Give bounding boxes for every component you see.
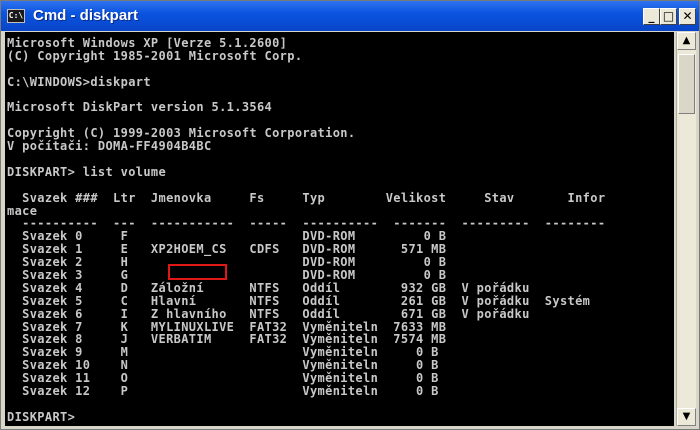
console-line: Svazek 11 O Vyměniteln 0 B (7, 371, 439, 386)
console-line: Svazek 5 C Hlavní NTFS Oddíl 261 GB V po… (7, 293, 591, 308)
console-line: DISKPART> (7, 409, 76, 424)
console-line: (C) Copyright 1985-2001 Microsoft Corp. (7, 48, 303, 63)
console-line: Svazek 6 I Z hlavního NTFS Oddíl 671 GB … (7, 306, 530, 321)
console-line: Svazek 0 F DVD-ROM 0 B (7, 229, 447, 244)
console-window: C:\ Cmd - diskpart _ □ ✕ Microsoft Windo… (0, 0, 700, 430)
console-line: mace (7, 203, 38, 218)
console-line: Microsoft Windows XP [Verze 5.1.2600] (7, 36, 288, 50)
console-line: C:\WINDOWS>diskpart (7, 74, 151, 89)
console-line: Svazek 2 H DVD-ROM 0 B (7, 255, 447, 270)
console-line: Svazek 10 N Vyměniteln 0 B (7, 358, 439, 373)
vertical-scrollbar[interactable]: ▲ ▼ (676, 32, 696, 426)
console-line: Svazek 4 D Záložní NTFS Oddíl 932 GB V p… (7, 280, 530, 295)
cmd-icon[interactable]: C:\ (7, 9, 25, 23)
console-line: Svazek 8 J VERBATIM FAT32 Vyměniteln 757… (7, 332, 447, 347)
scroll-down-button[interactable]: ▼ (677, 408, 696, 426)
console-line: Svazek 9 M Vyměniteln 0 B (7, 345, 439, 360)
console-lines: Microsoft Windows XP [Verze 5.1.2600] (C)… (7, 36, 606, 424)
maximize-button[interactable]: □ (660, 8, 677, 25)
console-line: ---------- --- ----------- ----- -------… (7, 216, 606, 231)
scroll-thumb[interactable] (678, 54, 695, 114)
scroll-up-button[interactable]: ▲ (677, 32, 696, 50)
console-line: Svazek 1 E XP2HOEM_CS CDFS DVD-ROM 571 M… (7, 242, 447, 257)
close-button[interactable]: ✕ (679, 8, 696, 25)
console-line: V počítači: DOMA-FF4904B4BC (7, 139, 212, 154)
console-line: Svazek 3 G DVD-ROM 0 B (7, 268, 447, 283)
console-line: Microsoft DiskPart version 5.1.3564 (7, 100, 273, 115)
console-line: Svazek ### Ltr Jmenovka Fs Typ Velikost … (7, 190, 606, 205)
console-line: Svazek 12 P Vyměniteln 0 B (7, 384, 439, 399)
window-title: Cmd - diskpart (33, 7, 139, 24)
console-output[interactable]: Microsoft Windows XP [Verze 5.1.2600] (C)… (5, 32, 674, 426)
console-line: DISKPART> list volume (7, 164, 167, 179)
highlight-box (168, 264, 227, 280)
console-line: Svazek 7 K MYLINUXLIVE FAT32 Vyměniteln … (7, 319, 447, 334)
minimize-button[interactable]: _ (643, 8, 660, 25)
title-bar[interactable]: C:\ Cmd - diskpart _ □ ✕ (1, 1, 699, 31)
console-line: Copyright (C) 1999-2003 Microsoft Corpor… (7, 126, 356, 141)
